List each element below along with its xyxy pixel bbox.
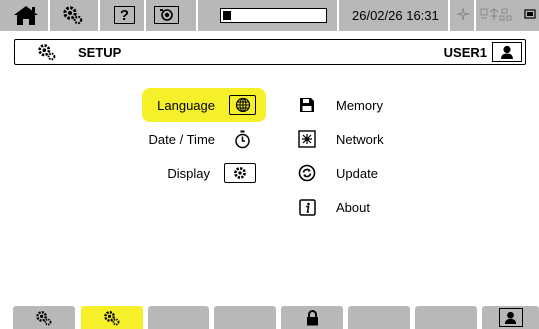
- status-separator: [474, 0, 476, 31]
- update-icon: [298, 164, 316, 182]
- menu-item-language[interactable]: Language: [142, 88, 266, 122]
- tab-empty-4[interactable]: [214, 306, 276, 329]
- tab-empty-7[interactable]: [415, 306, 477, 329]
- gear-icon: [104, 310, 120, 325]
- globe-icon: [229, 95, 256, 115]
- user-icon: [498, 308, 523, 327]
- menu-item-update[interactable]: Update: [298, 156, 418, 190]
- menu-item-label: About: [336, 199, 370, 215]
- status-separator: [48, 0, 50, 31]
- menu-item-display[interactable]: Display: [142, 156, 266, 190]
- lock-icon: [306, 309, 318, 325]
- menu-item-label: Language: [157, 97, 215, 113]
- tab-empty-3[interactable]: [148, 306, 209, 329]
- floppy-icon: [298, 96, 316, 114]
- tab-user[interactable]: [482, 306, 539, 329]
- header-bar: SETUP USER1: [14, 39, 526, 65]
- display-gear-icon: [224, 163, 256, 183]
- menu-item-date-time[interactable]: Date / Time: [142, 122, 266, 156]
- tab-empty-6[interactable]: [348, 306, 410, 329]
- status-separator: [144, 0, 146, 31]
- user-icon: [501, 45, 513, 59]
- menu-item-label: Date / Time: [148, 131, 215, 147]
- user-button[interactable]: [492, 42, 522, 62]
- menu-item-memory[interactable]: Memory: [298, 88, 418, 122]
- tab-setup[interactable]: [81, 306, 143, 329]
- gear-icon[interactable]: [62, 4, 84, 26]
- menu-item-network[interactable]: Network: [298, 122, 418, 156]
- status-separator: [448, 0, 450, 31]
- camera-icon[interactable]: [154, 6, 179, 24]
- info-icon: [298, 198, 316, 216]
- menu-item-label: Update: [336, 165, 378, 181]
- gear-icon: [36, 310, 52, 325]
- gps-icon: [456, 7, 470, 23]
- home-icon[interactable]: [12, 4, 40, 26]
- network-icon: [298, 130, 316, 148]
- storage-icon: [524, 8, 536, 23]
- battery-level-fill: [223, 11, 231, 20]
- datetime: 26/02/26 16:31: [352, 8, 439, 23]
- help-icon[interactable]: ?: [114, 6, 135, 24]
- menu-item-label: Display: [167, 165, 210, 181]
- menu-item-label: Network: [336, 131, 384, 147]
- gear-icon: [37, 43, 57, 66]
- menu-item-label: Memory: [336, 97, 383, 113]
- status-separator: [337, 0, 339, 31]
- status-bar: ? 26/02/26 16:31: [0, 0, 539, 31]
- user-name: USER1: [443, 45, 487, 60]
- status-separator: [98, 0, 100, 31]
- menu-item-about[interactable]: About: [298, 190, 418, 224]
- stopwatch-icon: [229, 130, 256, 149]
- usb-network-icon: [480, 8, 514, 24]
- tab-lock[interactable]: [281, 306, 343, 329]
- tab-gear-1[interactable]: [13, 306, 75, 329]
- status-separator: [196, 0, 198, 31]
- page-title: SETUP: [78, 45, 122, 60]
- help-glyph: ?: [119, 6, 130, 24]
- battery-icon: [220, 8, 327, 23]
